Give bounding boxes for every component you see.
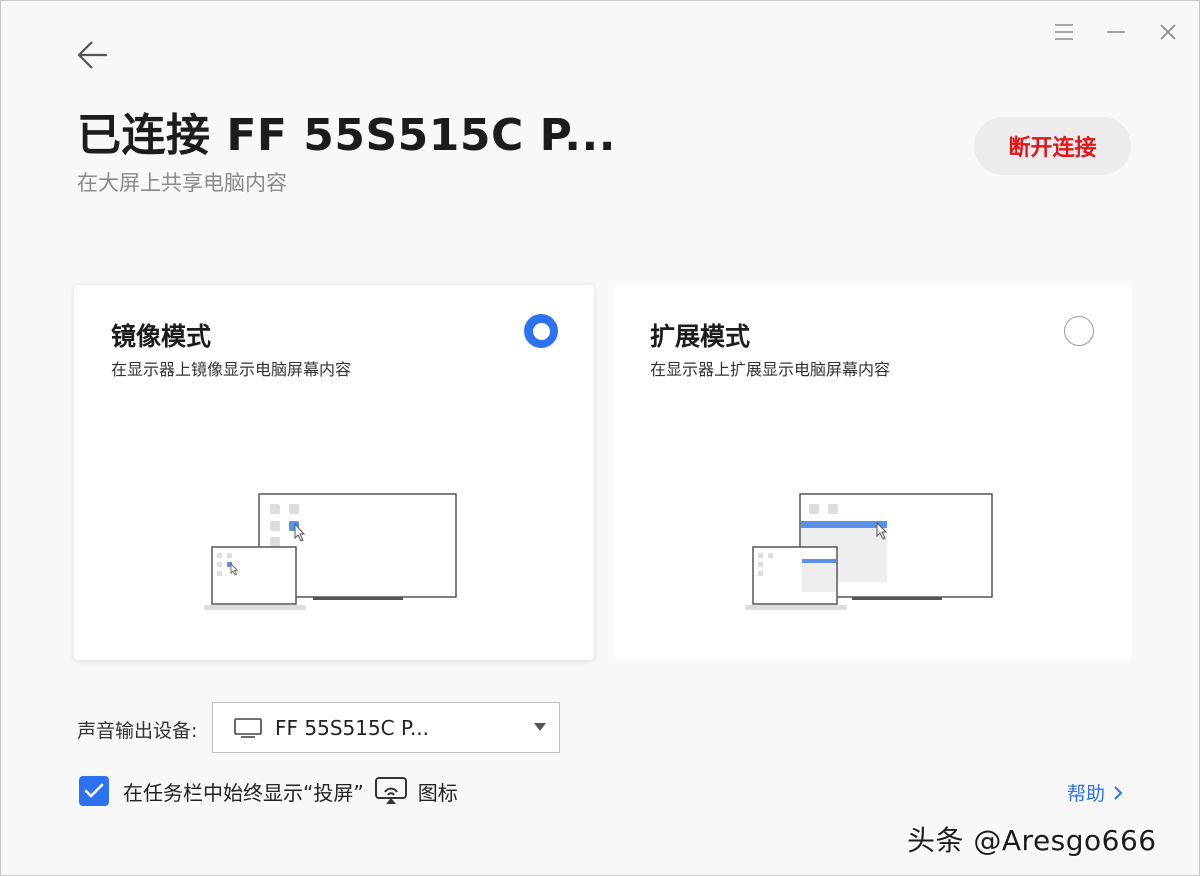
- mirror-illustration: [204, 493, 457, 610]
- dropdown-arrow-icon: [534, 723, 546, 731]
- mode-card-mirror[interactable]: 镜像模式 在显示器上镜像显示电脑屏幕内容: [74, 285, 594, 660]
- window-controls: [1051, 19, 1181, 45]
- mode-desc: 在显示器上扩展显示电脑屏幕内容: [650, 360, 891, 379]
- audio-output-label: 声音输出设备:: [77, 720, 198, 742]
- mode-title: 镜像模式: [111, 322, 212, 351]
- taskbar-option-checkbox[interactable]: [79, 776, 109, 806]
- mode-radio-unselected[interactable]: [1064, 316, 1094, 346]
- minimize-button[interactable]: [1103, 19, 1129, 45]
- watermark: 头条 @Aresgo666: [907, 824, 1157, 857]
- taskbar-option-label: 在任务栏中始终显示“投屏”: [123, 780, 364, 805]
- mode-card-extend[interactable]: 扩展模式 在显示器上扩展显示电脑屏幕内容: [613, 285, 1132, 660]
- projection-window: 已连接 FF 55S515C P... 在大屏上共享电脑内容 断开连接 镜像模式…: [0, 0, 1200, 876]
- page-title: 已连接 FF 55S515C P...: [77, 110, 616, 161]
- back-button[interactable]: [73, 35, 113, 75]
- taskbar-option-row: 在任务栏中始终显示“投屏” 图标: [79, 776, 458, 806]
- disconnect-button[interactable]: 断开连接: [974, 117, 1131, 175]
- close-icon: [1160, 24, 1176, 40]
- help-link[interactable]: 帮助: [1067, 779, 1123, 806]
- page-subtitle: 在大屏上共享电脑内容: [77, 171, 287, 195]
- monitor-icon: [234, 717, 262, 738]
- audio-output-value: FF 55S515C P...: [275, 715, 430, 740]
- mode-radio-selected[interactable]: [524, 314, 558, 348]
- help-label: 帮助: [1067, 783, 1106, 805]
- mode-title: 扩展模式: [650, 322, 751, 351]
- menu-icon: [1055, 24, 1073, 40]
- extend-illustration: [745, 493, 993, 610]
- close-button[interactable]: [1155, 19, 1181, 45]
- mode-desc: 在显示器上镜像显示电脑屏幕内容: [111, 360, 352, 379]
- cast-screen-icon: [374, 776, 408, 806]
- back-arrow-icon: [77, 41, 107, 69]
- chevron-right-icon: [1114, 785, 1123, 800]
- audio-output-select[interactable]: FF 55S515C P...: [212, 702, 560, 753]
- menu-button[interactable]: [1051, 19, 1077, 45]
- minimize-icon: [1107, 31, 1125, 33]
- checkmark-icon: [84, 783, 104, 798]
- taskbar-option-label-suffix: 图标: [417, 780, 458, 805]
